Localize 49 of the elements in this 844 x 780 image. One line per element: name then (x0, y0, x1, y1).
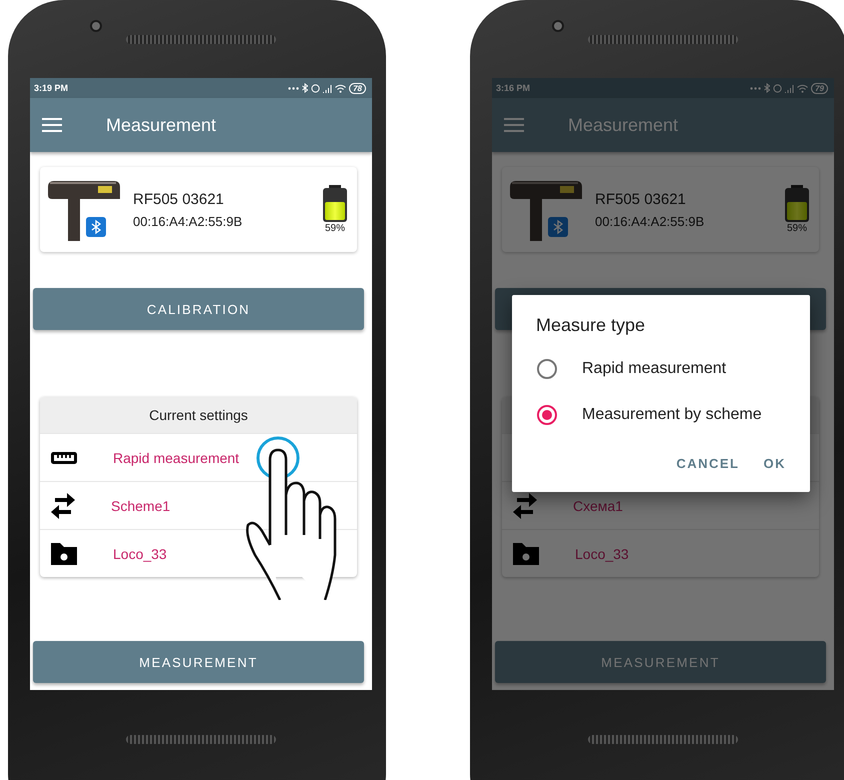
device-address: 00:16:A4:A2:55:9B (133, 214, 244, 228)
swap-arrows-icon (513, 492, 537, 518)
wifi-icon (335, 84, 346, 92)
bluetooth-icon (86, 216, 106, 236)
signal-icon (785, 84, 794, 92)
radio-button[interactable] (537, 405, 557, 425)
menu-icon[interactable] (504, 118, 524, 132)
more-icon (288, 86, 300, 90)
battery-reading: 59% (324, 223, 345, 234)
camera-icon (552, 20, 564, 32)
dialog-button[interactable]: OK (754, 448, 796, 479)
folder-icon (51, 542, 77, 564)
camera-icon (90, 20, 102, 32)
device-name: RF505 03621 (595, 190, 687, 208)
battery-indicator: 79 (811, 82, 828, 94)
alarm-icon (773, 84, 782, 92)
setting-value[interactable]: Scheme1 (111, 498, 170, 514)
settings-header: Current settings (40, 397, 357, 433)
setting-value[interactable]: Rapid measurement (113, 450, 240, 466)
option-label[interactable]: Measurement by scheme (582, 406, 762, 424)
battery-indicator: 78 (349, 82, 366, 94)
option-label[interactable]: Rapid measurement (582, 360, 726, 378)
status-time: 3:16 PM (496, 83, 530, 93)
ruler-icon (51, 450, 77, 464)
bluetooth-icon (548, 216, 568, 236)
device-address: 00:16:A4:A2:55:9B (595, 214, 706, 228)
calibration-button[interactable]: CALIBRATION (33, 288, 364, 330)
wifi-icon (797, 84, 808, 92)
app-title: Measurement (106, 114, 216, 136)
measurement-button[interactable]: MEASUREMENT (33, 641, 364, 683)
measurement-button[interactable]: MEASUREMENT (495, 641, 826, 683)
app-title: Measurement (568, 114, 678, 136)
bluetooth-icon (764, 83, 770, 93)
menu-icon[interactable] (42, 118, 62, 132)
radio-button[interactable] (537, 359, 557, 379)
dialog-title: Measure type (536, 315, 646, 336)
bluetooth-icon (302, 83, 308, 93)
setting-value[interactable]: Схема1 (573, 498, 623, 514)
setting-value[interactable]: Loco_33 (113, 546, 167, 562)
dialog-button[interactable]: CANCEL (666, 448, 750, 479)
folder-icon (513, 542, 539, 564)
more-icon (750, 86, 762, 90)
alarm-icon (311, 84, 320, 92)
status-time: 3:19 PM (34, 83, 68, 93)
signal-icon (323, 84, 332, 92)
setting-value[interactable]: Loco_33 (575, 546, 629, 562)
swap-arrows-icon (51, 492, 75, 518)
device-name: RF505 03621 (133, 190, 225, 208)
battery-reading: 59% (786, 223, 807, 234)
